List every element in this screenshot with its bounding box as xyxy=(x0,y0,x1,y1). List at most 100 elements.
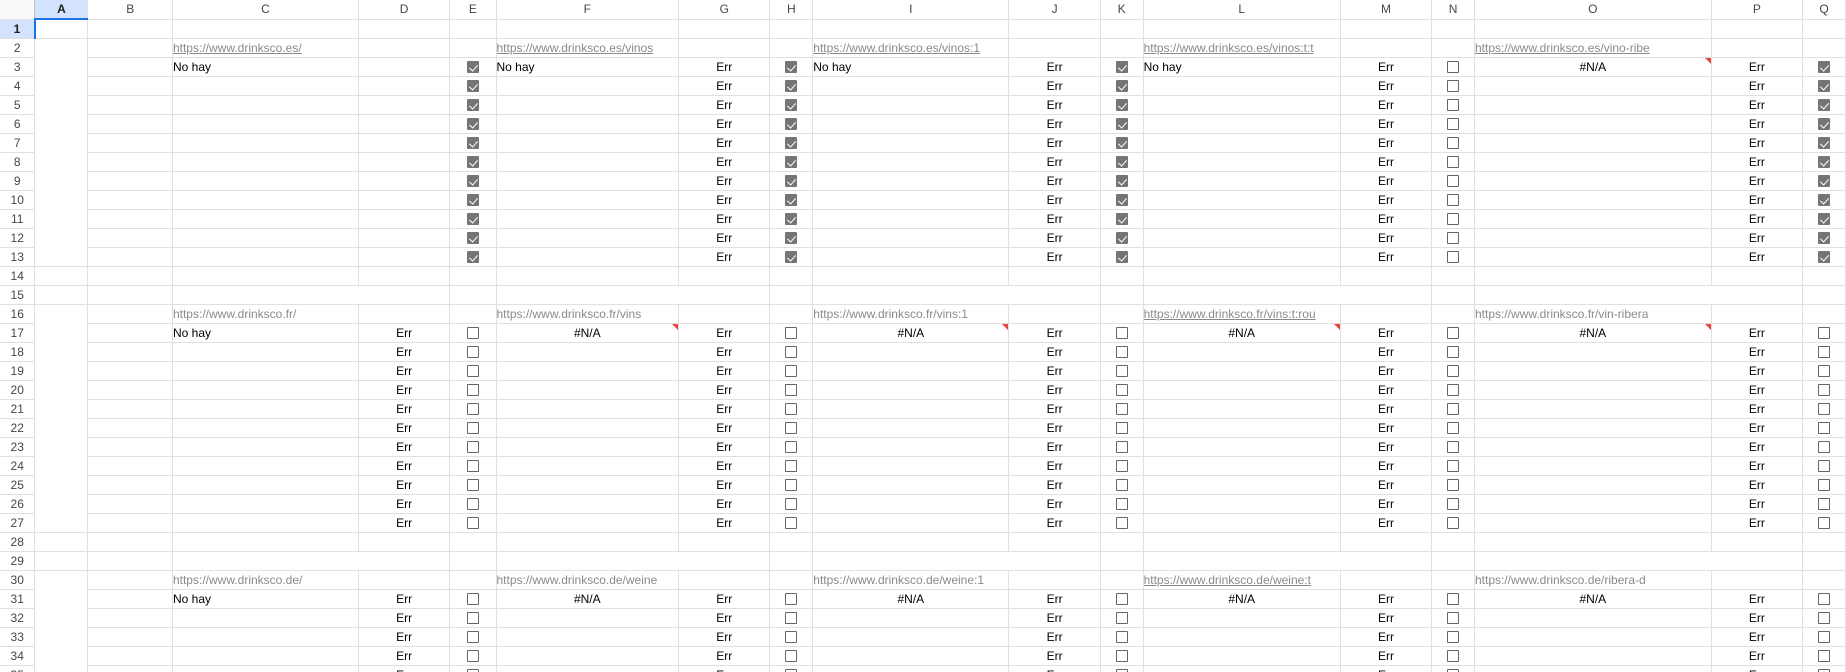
status-listado_sin-it-fr[interactable]: Err xyxy=(1008,418,1101,438)
column-header-g[interactable]: G xyxy=(678,0,771,20)
row-header-20[interactable]: 20 xyxy=(0,380,36,400)
checkbox-unchecked-icon[interactable] xyxy=(1447,345,1460,358)
header-ok-producto[interactable]: ¿OK? xyxy=(1802,285,1846,305)
check-listado_con-de-de[interactable] xyxy=(1431,665,1475,672)
status-subhome-be-es[interactable]: Err xyxy=(678,209,771,229)
value-listado_con-es-fr[interactable] xyxy=(1143,361,1341,381)
checkbox-checked-icon[interactable] xyxy=(466,174,479,187)
row-header-13[interactable]: 13 xyxy=(0,247,36,267)
ok-blank-producto-es[interactable] xyxy=(1802,38,1846,58)
checkbox-unchecked-icon[interactable] xyxy=(1115,497,1128,510)
status-producto-es-de[interactable]: Err xyxy=(1711,627,1804,647)
checkbox-unchecked-icon[interactable] xyxy=(466,668,479,672)
value-listado_con-be-fr[interactable] xyxy=(1143,475,1341,495)
ok-blank-listado_sin-fr[interactable] xyxy=(1100,304,1144,324)
check-listado_con-it-fr[interactable] xyxy=(1431,418,1475,438)
status-listado_sin-at-fr[interactable]: Err xyxy=(1008,494,1101,514)
header-ok-home[interactable]: ¿OK? xyxy=(449,551,497,571)
check-home-uk-de[interactable] xyxy=(449,608,497,628)
check-home-be-es[interactable] xyxy=(449,209,497,229)
status-listado_sin-com-de[interactable]: Err xyxy=(1008,589,1101,609)
column-header-b[interactable]: B xyxy=(87,0,173,20)
column-header-o[interactable]: O xyxy=(1474,0,1712,20)
column-header-c[interactable]: C xyxy=(172,0,359,20)
checkbox-unchecked-icon[interactable] xyxy=(785,459,798,472)
check-listado_sin-com-fr[interactable] xyxy=(1100,323,1144,343)
check-producto-at-es[interactable] xyxy=(1802,228,1846,248)
url-producto-es[interactable]: https://www.drinksco.es/vino-ribe xyxy=(1474,38,1712,58)
check-producto-de-es[interactable] xyxy=(1802,133,1846,153)
status-blank-listado_sin-de[interactable] xyxy=(1008,570,1101,590)
status-subhome-es-es[interactable]: Err xyxy=(678,95,771,115)
check-home-fr-es[interactable] xyxy=(449,114,497,134)
check-subhome-be-es[interactable] xyxy=(769,209,814,229)
check-subhome-uk-fr[interactable] xyxy=(769,342,814,362)
row-header-16[interactable]: 16 xyxy=(0,304,36,324)
checkbox-checked-icon[interactable] xyxy=(785,231,798,244)
checkbox-checked-icon[interactable] xyxy=(1818,231,1831,244)
selected-cell-a1[interactable] xyxy=(33,18,89,39)
check-producto-be-fr[interactable] xyxy=(1802,475,1846,495)
column-header-e[interactable]: E xyxy=(449,0,497,20)
value-producto-be-fr[interactable] xyxy=(1474,475,1712,495)
status-subhome-nl-fr[interactable]: Err xyxy=(678,456,771,476)
checkbox-unchecked-icon[interactable] xyxy=(1818,421,1831,434)
check-producto-nl-es[interactable] xyxy=(1802,190,1846,210)
checkbox-checked-icon[interactable] xyxy=(1818,174,1831,187)
check-listado_con-at-es[interactable] xyxy=(1431,228,1475,248)
status-subhome-com-es[interactable]: Err xyxy=(678,57,771,77)
status-listado_con-at-fr[interactable]: Err xyxy=(1340,494,1433,514)
checkbox-unchecked-icon[interactable] xyxy=(1818,478,1831,491)
url-listado_sin-de[interactable]: https://www.drinksco.de/weine:1 xyxy=(812,570,1010,590)
empty-cell[interactable] xyxy=(678,532,771,552)
value-listado_con-com-fr[interactable]: #N/A xyxy=(1143,323,1341,343)
status-home-at-es[interactable] xyxy=(358,228,451,248)
value-producto-uk-fr[interactable] xyxy=(1474,342,1712,362)
ok-blank-listado_con-es[interactable] xyxy=(1431,38,1475,58)
country-label-fr-de[interactable]: FR xyxy=(87,646,173,666)
checkbox-unchecked-icon[interactable] xyxy=(1447,60,1460,73)
checkbox-unchecked-icon[interactable] xyxy=(1115,345,1128,358)
status-blank-producto-de[interactable] xyxy=(1711,570,1804,590)
checkbox-unchecked-icon[interactable] xyxy=(785,649,798,662)
row-header-35[interactable]: 35 xyxy=(0,665,36,672)
value-home-pt-fr[interactable] xyxy=(172,437,359,457)
check-listado_con-com-de[interactable] xyxy=(1431,589,1475,609)
status-listado_con-fr-es[interactable]: Err xyxy=(1340,114,1433,134)
status-listado_con-be-es[interactable]: Err xyxy=(1340,209,1433,229)
value-producto-com-es[interactable]: #N/A xyxy=(1474,57,1712,77)
status-listado_con-at-es[interactable]: Err xyxy=(1340,228,1433,248)
checkbox-checked-icon[interactable] xyxy=(1115,212,1128,225)
checkbox-checked-icon[interactable] xyxy=(1818,136,1831,149)
checkbox-unchecked-icon[interactable] xyxy=(1115,611,1128,624)
check-home-uk-fr[interactable] xyxy=(449,342,497,362)
checkbox-unchecked-icon[interactable] xyxy=(1447,459,1460,472)
check-home-nl-fr[interactable] xyxy=(449,456,497,476)
market-label-es[interactable]: ES xyxy=(34,38,89,267)
check-subhome-es-de[interactable] xyxy=(769,627,814,647)
status-home-it-fr[interactable]: Err xyxy=(358,418,451,438)
checkbox-checked-icon[interactable] xyxy=(466,212,479,225)
status-producto-de-es[interactable]: Err xyxy=(1711,133,1804,153)
status-listado_sin-uk-de[interactable]: Err xyxy=(1008,608,1101,628)
check-listado_con-pt-fr[interactable] xyxy=(1431,437,1475,457)
check-home-at-es[interactable] xyxy=(449,228,497,248)
checkbox-unchecked-icon[interactable] xyxy=(466,497,479,510)
check-subhome-pt-fr[interactable] xyxy=(769,437,814,457)
ok-blank-subhome-de[interactable] xyxy=(769,570,814,590)
empty-cell[interactable] xyxy=(358,266,451,286)
check-listado_sin-de-de[interactable] xyxy=(1100,665,1144,672)
column-header-i[interactable]: I xyxy=(812,0,1010,20)
status-home-uk-de[interactable]: Err xyxy=(358,608,451,628)
url-listado_con-de[interactable]: https://www.drinksco.de/weine:t xyxy=(1143,570,1341,590)
value-listado_con-de-es[interactable] xyxy=(1143,133,1341,153)
check-home-es-es[interactable] xyxy=(449,95,497,115)
check-home-com-de[interactable] xyxy=(449,589,497,609)
empty-cell[interactable] xyxy=(1340,532,1433,552)
value-listado_con-pt-fr[interactable] xyxy=(1143,437,1341,457)
check-listado_sin-com-es[interactable] xyxy=(1100,57,1144,77)
check-producto-de-fr[interactable] xyxy=(1802,399,1846,419)
value-listado_con-pt-es[interactable] xyxy=(1143,171,1341,191)
country-label-at-fr[interactable]: AT xyxy=(87,494,173,514)
check-producto-es-fr[interactable] xyxy=(1802,361,1846,381)
